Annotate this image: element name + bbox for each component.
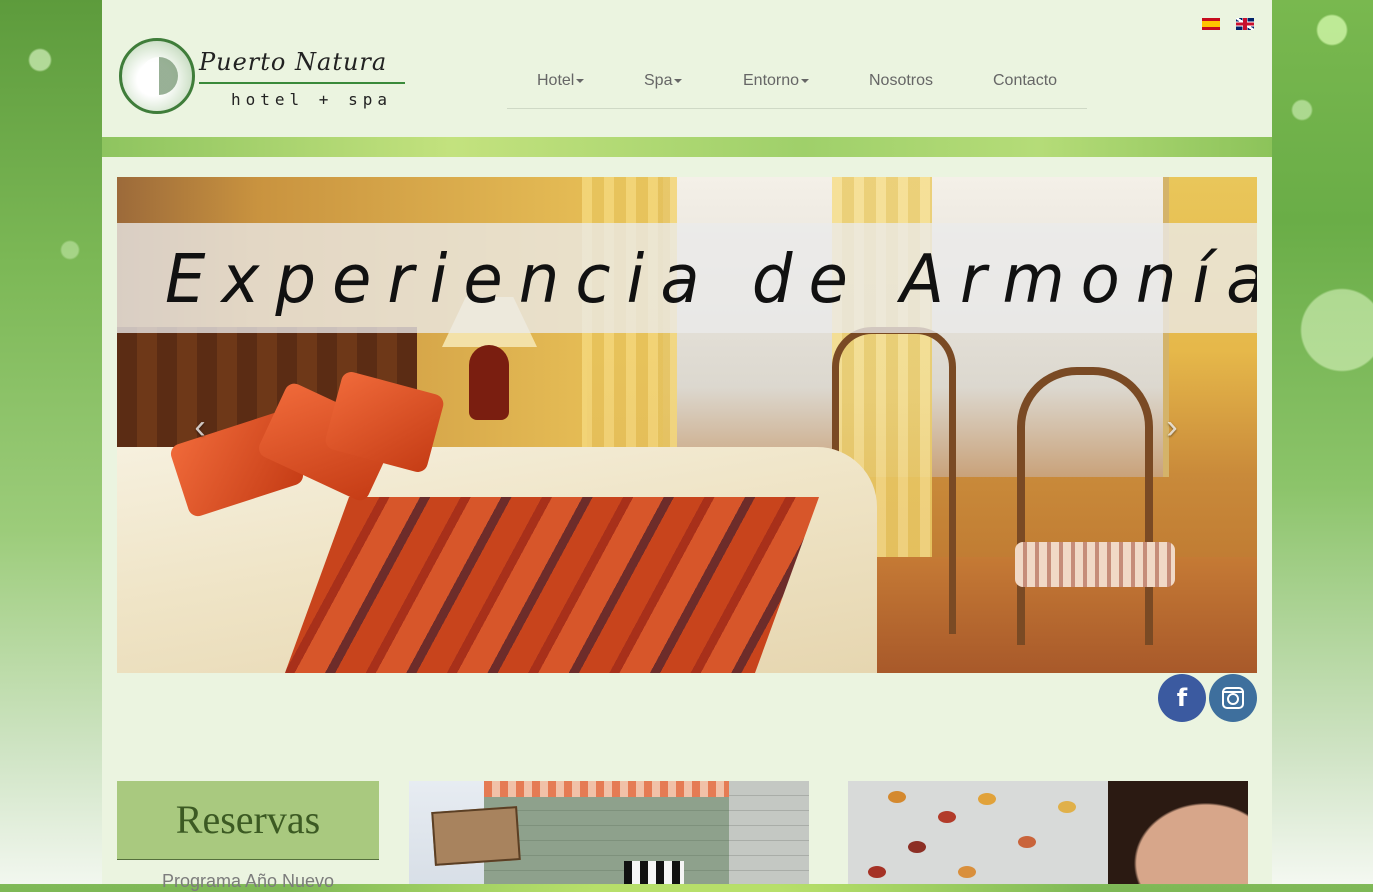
- hero-carousel[interactable]: Experiencia de Armonía ‹ ›: [117, 177, 1257, 673]
- nav-item-label: Entorno: [743, 72, 800, 89]
- logo-divider: [199, 82, 405, 84]
- nav-item-hotel[interactable]: Hotel: [537, 72, 585, 90]
- reservas-program-link[interactable]: Programa Año Nuevo: [117, 871, 379, 892]
- instagram-button[interactable]: [1209, 674, 1257, 722]
- nav-item-nosotros[interactable]: Nosotros: [869, 72, 933, 90]
- chevron-left-icon: ‹: [194, 407, 206, 446]
- logo-emblem-icon: [119, 38, 195, 114]
- nav-item-spa[interactable]: Spa: [644, 72, 683, 90]
- caret-down-icon: [576, 78, 585, 83]
- facebook-icon: f: [1176, 684, 1188, 712]
- reservas-box[interactable]: Reservas: [117, 781, 379, 860]
- hotel-facade-thumbnail[interactable]: [409, 781, 809, 884]
- facebook-button[interactable]: f: [1158, 674, 1206, 722]
- nav-item-label: Nosotros: [869, 72, 934, 89]
- flag-es-icon[interactable]: [1202, 18, 1220, 30]
- caret-down-icon: [801, 78, 810, 83]
- site-logo[interactable]: Puerto Natura hotel + spa: [119, 38, 419, 118]
- nav-item-label: Hotel: [537, 72, 575, 89]
- main-content: Experiencia de Armonía ‹ › f Reservas Pr…: [102, 157, 1272, 891]
- logo-title: Puerto Natura: [199, 48, 388, 76]
- flag-en-icon[interactable]: [1236, 18, 1255, 30]
- nav-item-label: Contacto: [993, 72, 1058, 89]
- main-nav: Hotel Spa Entorno Nosotros Contacto: [507, 62, 1087, 109]
- spa-petal-bath-thumbnail[interactable]: [848, 781, 1248, 884]
- logo-subtitle: hotel + spa: [231, 90, 392, 109]
- background-leaf-strip: [102, 137, 1272, 157]
- chevron-right-icon: ›: [1166, 407, 1178, 446]
- background-right: [1272, 0, 1373, 884]
- caret-down-icon: [674, 78, 683, 83]
- nav-item-contacto[interactable]: Contacto: [993, 72, 1057, 90]
- carousel-caption: Experiencia de Armonía: [165, 241, 1257, 319]
- reservas-title: Reservas: [175, 797, 321, 842]
- carousel-caption-band: Experiencia de Armonía: [117, 223, 1257, 333]
- nav-item-entorno[interactable]: Entorno: [743, 72, 810, 90]
- background-left: [0, 0, 102, 884]
- site-header: Puerto Natura hotel + spa Hotel Spa Ento…: [102, 0, 1272, 137]
- carousel-prev-button[interactable]: ‹: [185, 407, 215, 447]
- hotel-sign-image: [431, 806, 521, 866]
- language-switcher: [1202, 18, 1266, 36]
- carousel-next-button[interactable]: ›: [1157, 407, 1187, 447]
- nav-item-label: Spa: [644, 72, 673, 89]
